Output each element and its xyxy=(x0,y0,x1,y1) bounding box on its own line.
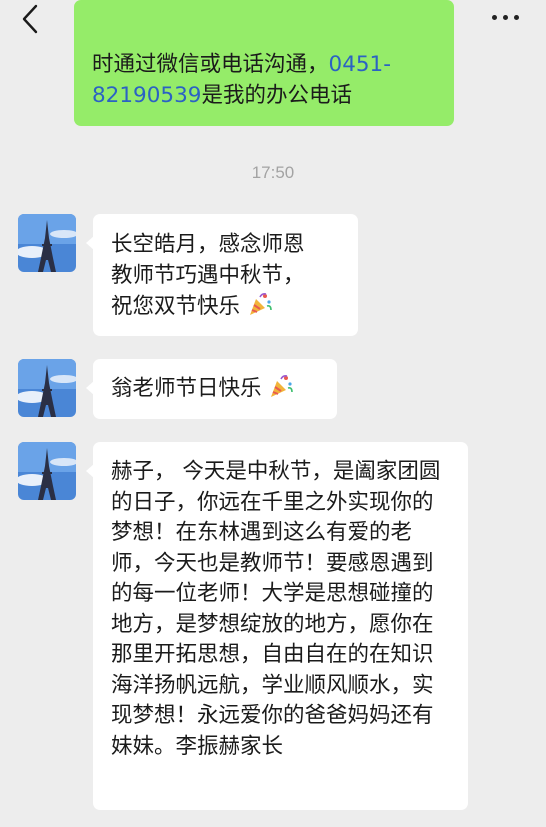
avatar[interactable] xyxy=(18,359,76,417)
chevron-left-icon xyxy=(22,4,38,34)
sent-message-bubble[interactable]: 时通过微信或电话沟通，0451- 82190539是我的办公电话 xyxy=(74,0,454,126)
party-popper-icon xyxy=(249,293,272,315)
eiffel-tower-avatar-icon xyxy=(18,359,76,417)
received-message-bubble[interactable]: 翁老师节日快乐 xyxy=(86,359,337,419)
message-text: 时通过微信或电话沟通， xyxy=(92,52,329,77)
received-message-bubble[interactable]: 长空皓月，感念师恩 教师节巧遇中秋节， 祝您双节快乐 xyxy=(86,214,358,336)
back-button[interactable] xyxy=(16,2,46,36)
message-text: 祝您双节快乐 xyxy=(111,294,241,319)
received-message-bubble[interactable]: 赫子， 今天是中秋节，是阖家团圆的日子，你远在千里之外实现你的梦想！在东林遇到这… xyxy=(86,442,468,810)
more-button[interactable] xyxy=(492,12,520,22)
avatar[interactable] xyxy=(18,214,76,272)
message-text: 教师节巧遇中秋节， xyxy=(111,262,305,288)
message-text: 赫子， 今天是中秋节，是阖家团圆的日子，你远在千里之外实现你的梦想！在东林遇到这… xyxy=(111,459,441,759)
phone-link[interactable]: 0451- xyxy=(329,52,391,77)
message-timestamp: 17:50 xyxy=(251,163,295,182)
phone-link[interactable]: 82190539 xyxy=(92,83,201,108)
message-text: 长空皓月，感念师恩 xyxy=(111,232,305,257)
more-dots-icon xyxy=(492,14,497,20)
eiffel-tower-avatar-icon xyxy=(18,442,76,500)
message-text: 翁老师节日快乐 xyxy=(111,376,262,401)
message-text: 是我的办公电话 xyxy=(201,82,352,108)
avatar[interactable] xyxy=(18,442,76,500)
party-popper-icon xyxy=(271,375,294,397)
eiffel-tower-avatar-icon xyxy=(18,214,76,272)
